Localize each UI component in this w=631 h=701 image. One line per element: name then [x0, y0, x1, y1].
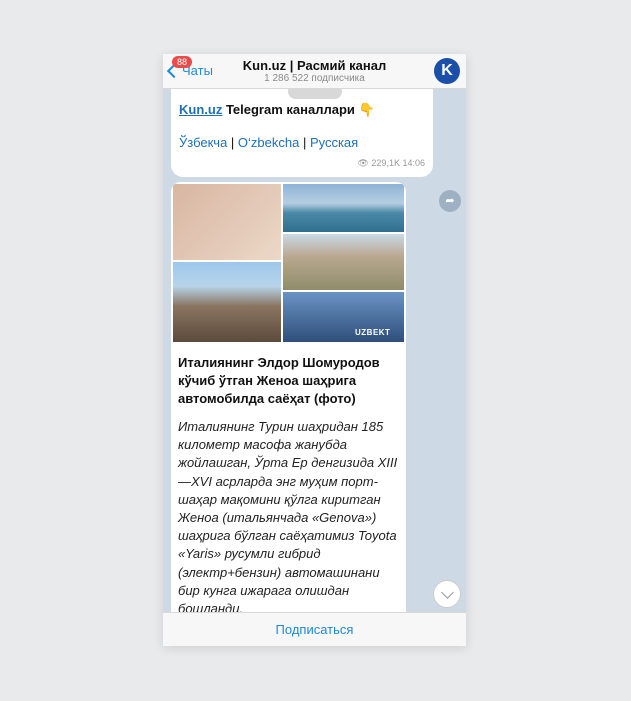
subscribe-button[interactable]: Подписаться	[163, 612, 466, 646]
message-meta: 👁 229,1K 14:06	[357, 158, 425, 169]
link-uzbek-cyrillic[interactable]: Ўзбекча	[179, 135, 227, 150]
point-down-emoji: 👇	[358, 102, 375, 117]
link-russian[interactable]: Русская	[310, 135, 358, 150]
photo-towers[interactable]	[173, 262, 281, 342]
message-line: Kun.uz Telegram каналлари 👇	[179, 102, 375, 118]
chevron-down-icon	[441, 586, 454, 599]
chat-area[interactable]: Kun.uz Telegram каналлари 👇 Ўзбекча | O‘…	[163, 89, 466, 612]
language-links: Ўзбекча | O‘zbekcha | Русская	[179, 135, 358, 150]
chat-header: Чаты 88 Kun.uz | Расмий канал 1 286 522 …	[163, 54, 466, 89]
link-uzbek-latin[interactable]: O‘zbekcha	[238, 135, 299, 150]
channel-avatar[interactable]: K	[434, 58, 460, 84]
share-button[interactable]: ➦	[439, 190, 461, 212]
view-count: 229,1K	[371, 158, 400, 168]
post-body: Италиянинг Турин шаҳридан 185 километр м…	[178, 419, 398, 612]
channel-title[interactable]: Kun.uz | Расмий канал	[163, 58, 466, 73]
post-bubble: UZBEKT Италиянинг Элдор Шомуродов кўчиб …	[171, 182, 406, 612]
message-time: 14:06	[402, 158, 425, 168]
photo-watermark: UZBEKT	[355, 328, 391, 337]
telegram-window: Чаты 88 Kun.uz | Расмий канал 1 286 522 …	[163, 54, 466, 646]
separator: |	[227, 135, 238, 150]
share-icon: ➦	[445, 195, 455, 207]
photo-city[interactable]	[283, 234, 404, 290]
date-pill	[288, 89, 342, 99]
photo-coast[interactable]	[283, 184, 404, 232]
photo-people[interactable]	[173, 184, 281, 260]
message-bubble: Kun.uz Telegram каналлари 👇 Ўзбекча | O‘…	[171, 89, 433, 177]
scroll-down-button[interactable]	[433, 580, 461, 608]
separator: |	[299, 135, 310, 150]
eye-icon: 👁	[357, 158, 369, 168]
post-headline: Италиянинг Элдор Шомуродов кўчиб ўтган Ж…	[178, 355, 380, 406]
message-text: Telegram каналлари	[222, 102, 359, 117]
subscriber-count: 1 286 522 подписчика	[264, 73, 365, 84]
kunuz-link[interactable]: Kun.uz	[179, 102, 222, 117]
